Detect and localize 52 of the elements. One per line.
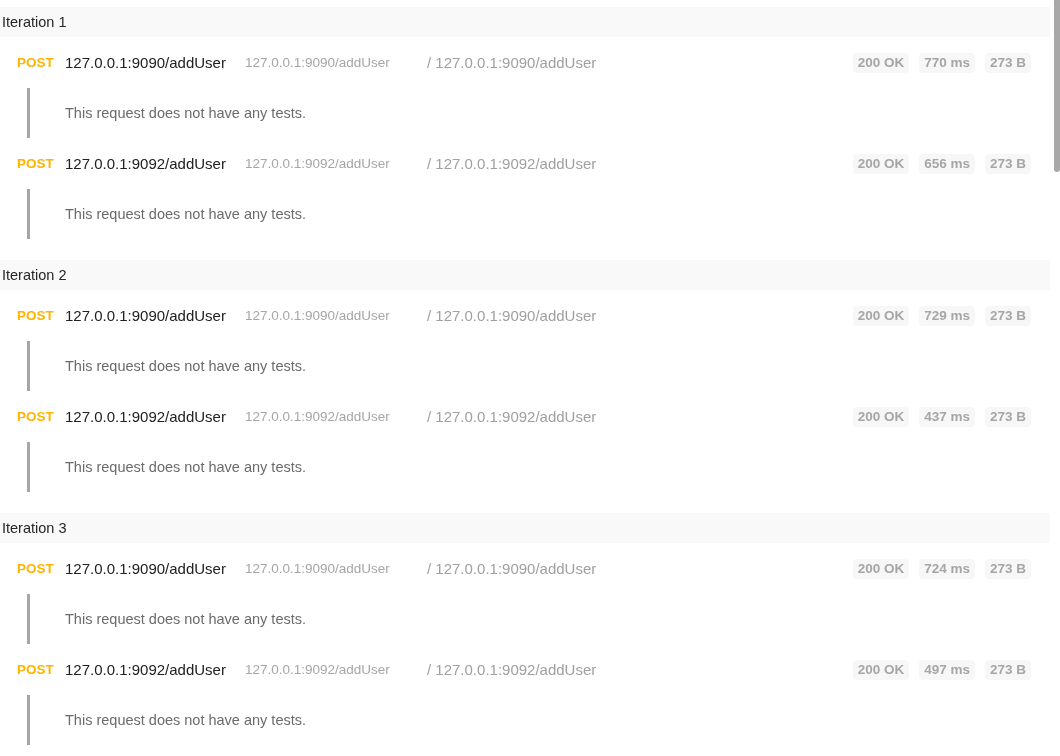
status-badge: 200 OK [852,153,910,174]
time-badge: 770 ms [919,52,975,73]
test-message: This request does not have any tests. [65,712,306,728]
request-name: 127.0.0.1:9090/addUser [65,307,227,324]
size-badge: 273 B [984,52,1031,73]
request-path: / 127.0.0.1:9092/addUser [427,155,598,172]
request-name: 127.0.0.1:9090/addUser [65,54,227,71]
method-label: POST [17,308,55,323]
size-badge: 273 B [984,153,1031,174]
iteration-header: Iteration 3 [0,513,1050,543]
size-badge: 273 B [984,659,1031,680]
request-path: / 127.0.0.1:9092/addUser [427,661,598,678]
request-name: 127.0.0.1:9090/addUser [65,560,227,577]
status-badge: 200 OK [852,659,910,680]
method-label: POST [17,561,55,576]
request-url: 127.0.0.1:9092/addUser [245,662,391,677]
time-badge: 437 ms [919,406,975,427]
status-badge: 200 OK [852,52,910,73]
test-message: This request does not have any tests. [65,611,306,627]
request-path: / 127.0.0.1:9092/addUser [427,408,598,425]
request-path: / 127.0.0.1:9090/addUser [427,560,598,577]
request-name: 127.0.0.1:9092/addUser [65,661,227,678]
time-badge: 729 ms [919,305,975,326]
test-message: This request does not have any tests. [65,358,306,374]
request-path: / 127.0.0.1:9090/addUser [427,54,598,71]
method-label: POST [17,662,55,677]
status-badge: 200 OK [852,305,910,326]
request-name: 127.0.0.1:9092/addUser [65,408,227,425]
iteration-header: Iteration 1 [0,7,1050,37]
method-label: POST [17,55,55,70]
iteration-header: Iteration 2 [0,260,1050,290]
status-badge: 200 OK [852,406,910,427]
request-url: 127.0.0.1:9092/addUser [245,409,391,424]
request-name: 127.0.0.1:9092/addUser [65,155,227,172]
size-badge: 273 B [984,305,1031,326]
time-badge: 497 ms [919,659,975,680]
time-badge: 656 ms [919,153,975,174]
request-url: 127.0.0.1:9090/addUser [245,55,391,70]
scrollbar-thumb[interactable] [1054,0,1060,172]
method-label: POST [17,156,55,171]
method-label: POST [17,409,55,424]
request-url: 127.0.0.1:9092/addUser [245,156,391,171]
test-message: This request does not have any tests. [65,105,306,121]
test-message: This request does not have any tests. [65,459,306,475]
request-url: 127.0.0.1:9090/addUser [245,561,391,576]
time-badge: 724 ms [919,558,975,579]
request-url: 127.0.0.1:9090/addUser [245,308,391,323]
size-badge: 273 B [984,406,1031,427]
size-badge: 273 B [984,558,1031,579]
request-path: / 127.0.0.1:9090/addUser [427,307,598,324]
test-message: This request does not have any tests. [65,206,306,222]
status-badge: 200 OK [852,558,910,579]
